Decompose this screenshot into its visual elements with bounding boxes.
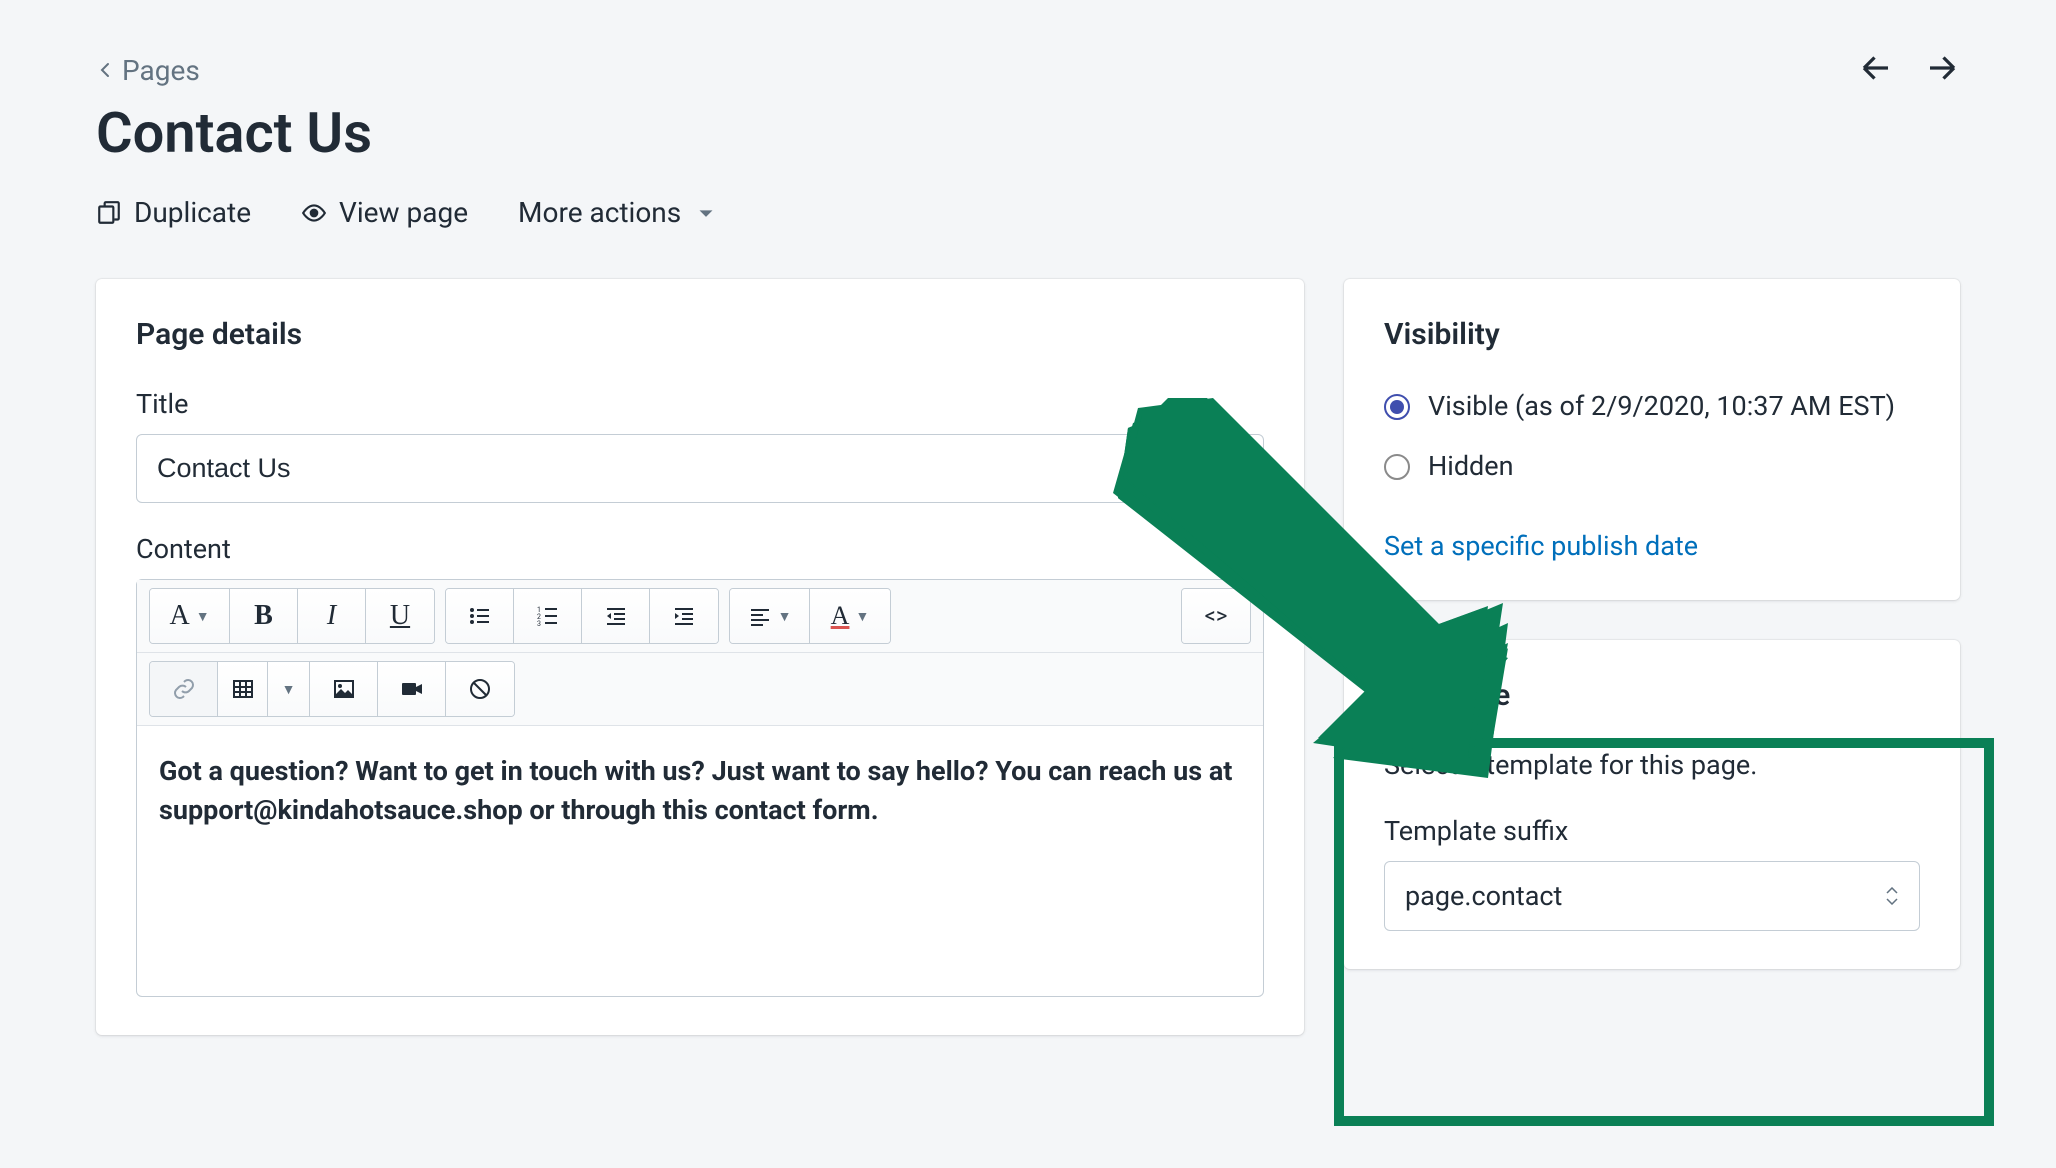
numbered-list-icon: 123 xyxy=(536,604,560,628)
visibility-hidden-option[interactable]: Hidden xyxy=(1384,448,1920,486)
rich-text-editor: A ▼ B I U xyxy=(136,579,1264,997)
template-help-text: Select a template for this page. xyxy=(1384,749,1920,781)
arrow-left-icon xyxy=(1858,50,1894,86)
link-button[interactable] xyxy=(150,662,218,716)
image-button[interactable] xyxy=(310,662,378,716)
caret-down-icon: ▼ xyxy=(282,681,296,698)
radio-selected-icon xyxy=(1384,394,1410,420)
table-caret[interactable]: ▼ xyxy=(268,662,310,716)
content-editor[interactable]: Got a question? Want to get in touch wit… xyxy=(137,726,1263,996)
visibility-visible-option[interactable]: Visible (as of 2/9/2020, 10:37 AM EST) xyxy=(1384,388,1920,426)
template-heading: Template xyxy=(1384,678,1920,713)
caret-down-icon: ▼ xyxy=(196,608,210,625)
page-details-heading: Page details xyxy=(136,317,1264,352)
eye-icon xyxy=(301,200,327,226)
next-page-button[interactable] xyxy=(1924,50,1960,90)
breadcrumb-label: Pages xyxy=(122,54,200,87)
set-publish-date-link[interactable]: Set a specific publish date xyxy=(1384,530,1698,562)
indent-button[interactable] xyxy=(650,589,718,643)
bullet-list-button[interactable] xyxy=(446,589,514,643)
view-page-button[interactable]: View page xyxy=(301,196,468,229)
caret-down-icon: ▼ xyxy=(778,608,792,625)
cancel-icon xyxy=(468,677,492,701)
arrow-right-icon xyxy=(1924,50,1960,86)
image-icon xyxy=(332,677,356,701)
page-title: Contact Us xyxy=(96,100,1960,166)
visibility-heading: Visibility xyxy=(1384,317,1920,352)
visibility-card: Visibility Visible (as of 2/9/2020, 10:3… xyxy=(1344,279,1960,600)
content-label: Content xyxy=(136,533,1264,565)
table-button[interactable] xyxy=(218,662,268,716)
caret-down-icon xyxy=(693,200,719,226)
chevron-left-icon xyxy=(96,60,116,80)
italic-button[interactable]: I xyxy=(298,589,366,643)
template-card: Template Select a template for this page… xyxy=(1344,640,1960,969)
duplicate-button[interactable]: Duplicate xyxy=(96,196,251,229)
table-icon xyxy=(231,677,255,701)
title-label: Title xyxy=(136,388,1264,420)
radio-icon xyxy=(1384,454,1410,480)
font-style-button[interactable]: A ▼ xyxy=(150,589,230,643)
outdent-icon xyxy=(604,604,628,628)
breadcrumb-back[interactable]: Pages xyxy=(96,54,200,87)
duplicate-icon xyxy=(96,200,122,226)
align-button[interactable]: ▼ xyxy=(730,589,810,643)
video-button[interactable] xyxy=(378,662,446,716)
bullet-list-icon xyxy=(468,604,492,628)
svg-text:3: 3 xyxy=(537,620,541,628)
video-icon xyxy=(400,677,424,701)
title-input[interactable] xyxy=(136,434,1264,503)
bold-button[interactable]: B xyxy=(230,589,298,643)
link-icon xyxy=(172,677,196,701)
html-button[interactable]: <> xyxy=(1182,589,1250,643)
page-details-card: Page details Title Content A ▼ xyxy=(96,279,1304,1035)
more-actions-button[interactable]: More actions xyxy=(518,196,719,229)
template-suffix-label: Template suffix xyxy=(1384,815,1920,847)
template-suffix-select[interactable]: page.contact xyxy=(1384,861,1920,931)
prev-page-button[interactable] xyxy=(1858,50,1894,90)
indent-icon xyxy=(672,604,696,628)
numbered-list-button[interactable]: 123 xyxy=(514,589,582,643)
caret-down-icon: ▼ xyxy=(855,608,869,625)
outdent-button[interactable] xyxy=(582,589,650,643)
align-left-icon xyxy=(748,604,772,628)
text-color-button[interactable]: A ▼ xyxy=(810,589,890,643)
clear-format-button[interactable] xyxy=(446,662,514,716)
underline-button[interactable]: U xyxy=(366,589,434,643)
